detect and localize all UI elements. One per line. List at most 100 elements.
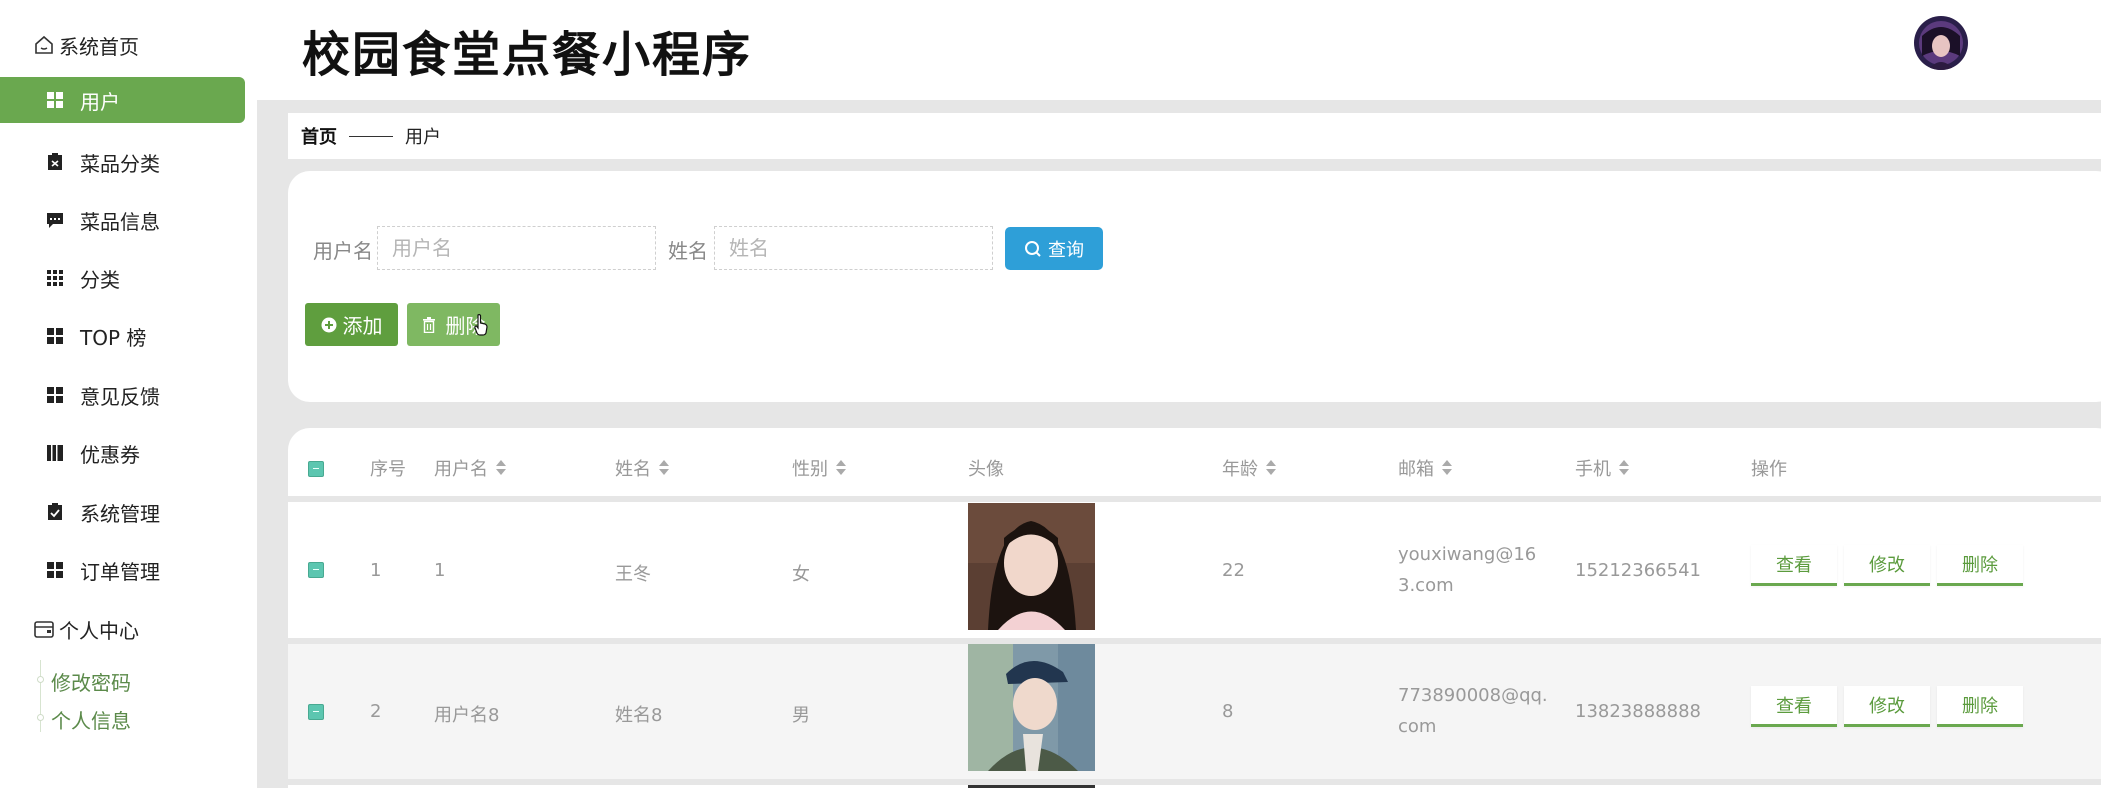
breadcrumb-home[interactable]: 首页 <box>301 123 337 149</box>
sidebar-item-label: TOP 榜 <box>80 325 147 350</box>
sidebar-item-label: 菜品分类 <box>80 151 160 176</box>
row-checkbox[interactable] <box>308 704 324 720</box>
sidebar-sub-profile[interactable]: 个人信息 <box>51 705 131 734</box>
row-avatar-image[interactable] <box>968 503 1095 630</box>
sidebar-home-label: 系统首页 <box>59 34 139 59</box>
sidebar-item-label: 菜品信息 <box>80 209 160 234</box>
name-input[interactable] <box>714 226 993 270</box>
sort-icon[interactable] <box>1442 460 1452 476</box>
sidebar-item-orders[interactable]: 订单管理 <box>0 547 245 593</box>
cell-name: 王冬 <box>615 564 651 585</box>
sort-icon[interactable] <box>836 460 846 476</box>
cell-name: 姓名8 <box>615 705 663 726</box>
username-label: 用户名 <box>313 239 373 263</box>
column-header-label: 性别 <box>792 459 828 480</box>
search-icon <box>1025 240 1041 257</box>
sort-icon[interactable] <box>1619 460 1629 476</box>
column-header-gender[interactable]: 性别 <box>792 459 846 480</box>
sidebar-item-feedback[interactable]: 意见反馈 <box>0 372 245 418</box>
add-button[interactable]: 添加 <box>305 303 398 346</box>
column-header-email[interactable]: 邮箱 <box>1398 459 1452 480</box>
plus-circle-icon <box>321 317 336 332</box>
sidebar-item-label: 优惠券 <box>80 442 140 467</box>
sidebar-item-category[interactable]: 分类 <box>0 255 245 301</box>
wallet-icon <box>34 621 54 638</box>
column-header-label: 用户名 <box>434 459 488 480</box>
sort-icon[interactable] <box>496 460 506 476</box>
hand-cursor-icon <box>474 314 488 336</box>
cell-age: 8 <box>1222 701 1234 722</box>
cell-email: 773890008@qq.com <box>1398 685 1548 737</box>
column-header-label: 姓名 <box>615 459 651 480</box>
sidebar-home[interactable]: 系统首页 <box>33 28 139 62</box>
add-button-label: 添加 <box>342 314 383 338</box>
name-label: 姓名 <box>668 239 708 263</box>
select-all-checkbox[interactable] <box>308 461 324 477</box>
edit-button[interactable]: 修改 <box>1844 545 1930 586</box>
cell-gender: 女 <box>792 564 810 585</box>
cell-phone: 15212366541 <box>1575 560 1701 581</box>
cell-phone: 13823888888 <box>1575 701 1701 722</box>
trash-icon <box>422 316 435 333</box>
column-header-label: 年龄 <box>1222 459 1258 480</box>
column-header-index: 序号 <box>370 459 406 480</box>
user-avatar[interactable] <box>1914 16 1968 70</box>
cell-username: 1 <box>434 560 446 581</box>
header: 校园食堂点餐小程序 <box>257 0 2101 100</box>
username-input[interactable] <box>377 226 656 270</box>
sort-icon[interactable] <box>1266 460 1276 476</box>
comment-icon <box>47 213 63 228</box>
view-button[interactable]: 查看 <box>1751 686 1837 727</box>
cell-index: 1 <box>370 560 382 581</box>
sidebar-item-label: 意见反馈 <box>80 384 160 409</box>
delete-button[interactable]: 删除 <box>1937 545 2023 586</box>
sidebar-item-label: 系统管理 <box>80 501 160 526</box>
column-header-phone[interactable]: 手机 <box>1575 459 1629 480</box>
grid-icon <box>47 387 63 403</box>
breadcrumb-current: 用户 <box>405 127 441 148</box>
sidebar-item-dish-category[interactable]: 菜品分类 <box>0 139 245 185</box>
submenu-dot <box>37 714 44 721</box>
column-header-actions: 操作 <box>1751 459 1787 480</box>
delete-button[interactable]: 删除 <box>1937 686 2023 727</box>
sort-icon[interactable] <box>659 460 669 476</box>
column-header-age[interactable]: 年龄 <box>1222 459 1276 480</box>
row-avatar-image[interactable] <box>968 644 1095 771</box>
cell-index: 2 <box>370 701 382 722</box>
clipboard-check-icon <box>48 503 62 520</box>
sidebar-item-label: 订单管理 <box>80 559 160 584</box>
grid-icon <box>47 328 63 344</box>
home-icon <box>35 35 53 54</box>
search-card <box>288 171 2101 402</box>
book-icon <box>47 445 63 461</box>
submenu-dot <box>37 676 44 683</box>
view-button[interactable]: 查看 <box>1751 545 1837 586</box>
sidebar-item-users[interactable]: 用户 <box>0 77 245 123</box>
column-header-label: 操作 <box>1751 459 1787 480</box>
avatar-photo <box>968 503 1095 630</box>
cell-username: 用户名8 <box>434 705 500 726</box>
column-header-label: 序号 <box>370 459 406 480</box>
query-button-label: 查询 <box>1048 239 1084 260</box>
row-checkbox[interactable] <box>308 562 324 578</box>
clipboard-icon <box>48 153 62 170</box>
column-header-label: 手机 <box>1575 459 1611 480</box>
breadcrumb: 首页 用户 <box>288 113 2101 159</box>
breadcrumb-separator <box>349 135 393 137</box>
sidebar-item-label: 分类 <box>80 267 120 292</box>
column-header-username[interactable]: 用户名 <box>434 459 506 480</box>
sidebar-item-label: 用户 <box>80 89 120 114</box>
sidebar-item-top[interactable]: TOP 榜 <box>0 313 245 359</box>
sidebar-item-dish-info[interactable]: 菜品信息 <box>0 197 245 243</box>
sidebar-personal-center[interactable]: 个人中心 <box>33 612 139 646</box>
app-title: 校园食堂点餐小程序 <box>302 27 753 83</box>
sidebar-sub-change-password[interactable]: 修改密码 <box>51 667 131 696</box>
avatar-photo <box>968 644 1095 771</box>
edit-button[interactable]: 修改 <box>1844 686 1930 727</box>
sidebar-item-coupon[interactable]: 优惠券 <box>0 430 245 476</box>
column-header-name[interactable]: 姓名 <box>615 459 669 480</box>
submenu-line <box>40 660 41 732</box>
query-button[interactable]: 查询 <box>1005 227 1103 270</box>
column-header-avatar: 头像 <box>968 459 1004 480</box>
sidebar-item-system[interactable]: 系统管理 <box>0 489 245 535</box>
